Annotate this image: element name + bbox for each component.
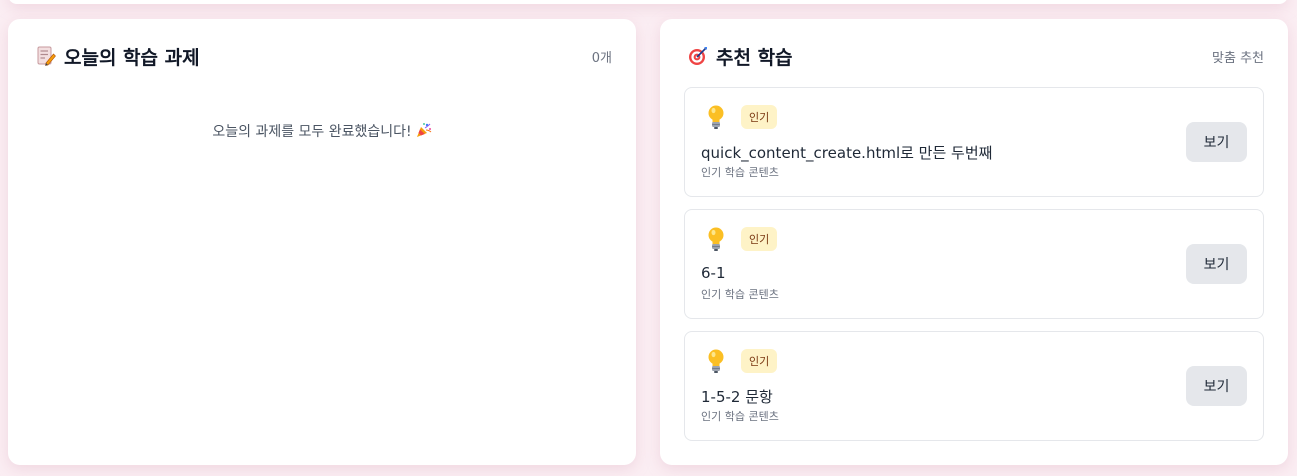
popular-badge: 인기 [741,105,778,129]
popular-badge: 인기 [741,349,778,373]
recommend-item-title: 6-1 [701,264,726,282]
empty-message-text: 오늘의 과제를 모두 완료했습니다! [212,124,412,140]
recommend-header: 추천 학습 맞춤 추천 [688,41,1264,71]
recommend-item-subtitle: 인기 학습 콘텐츠 [701,166,779,179]
popular-badge: 인기 [741,227,778,251]
today-tasks-header: 오늘의 학습 과제 0개 [36,41,612,71]
target-icon [689,47,707,65]
recommend-meta: 맞춤 추천 [1212,50,1264,66]
recommend-item-subtitle: 인기 학습 콘텐츠 [701,288,779,301]
today-tasks-title-group: 오늘의 학습 과제 [36,43,200,70]
view-button[interactable]: 보기 [1186,122,1247,162]
recommend-item-title: quick_content_create.html로 만든 두번째 [701,144,993,162]
recommend-list: 인기 quick_content_create.html로 만든 두번째 인기 … [684,87,1264,453]
view-button[interactable]: 보기 [1186,244,1247,284]
recommend-item-subtitle: 인기 학습 콘텐츠 [701,410,779,423]
lightbulb-icon [708,105,724,129]
recommend-item: 인기 1-5-2 문항 인기 학습 콘텐츠 보기 [684,331,1264,441]
party-popper-icon [416,123,431,137]
recommend-item: 인기 6-1 인기 학습 콘텐츠 보기 [684,209,1264,319]
today-tasks-empty-message: 오늘의 과제를 모두 완료했습니다! [8,121,636,141]
today-tasks-card: 오늘의 학습 과제 0개 오늘의 과제를 모두 완료했습니다! [8,19,636,465]
previous-card-edge [8,0,1288,4]
recommend-item: 인기 quick_content_create.html로 만든 두번째 인기 … [684,87,1264,197]
recommend-item-top: 인기 [705,226,778,252]
recommend-title: 추천 학습 [716,46,793,69]
recommend-title-group: 추천 학습 [688,43,793,70]
view-button[interactable]: 보기 [1186,366,1247,406]
today-tasks-count: 0개 [591,50,612,66]
lightbulb-icon [708,349,724,373]
lightbulb-icon [708,227,724,251]
memo-icon [37,46,56,66]
recommend-card: 추천 학습 맞춤 추천 인기 quick_content_create.html… [660,19,1288,465]
recommend-item-top: 인기 [705,348,778,374]
recommend-item-title: 1-5-2 문항 [701,388,773,406]
recommend-item-top: 인기 [705,104,778,130]
today-tasks-title: 오늘의 학습 과제 [64,46,200,69]
